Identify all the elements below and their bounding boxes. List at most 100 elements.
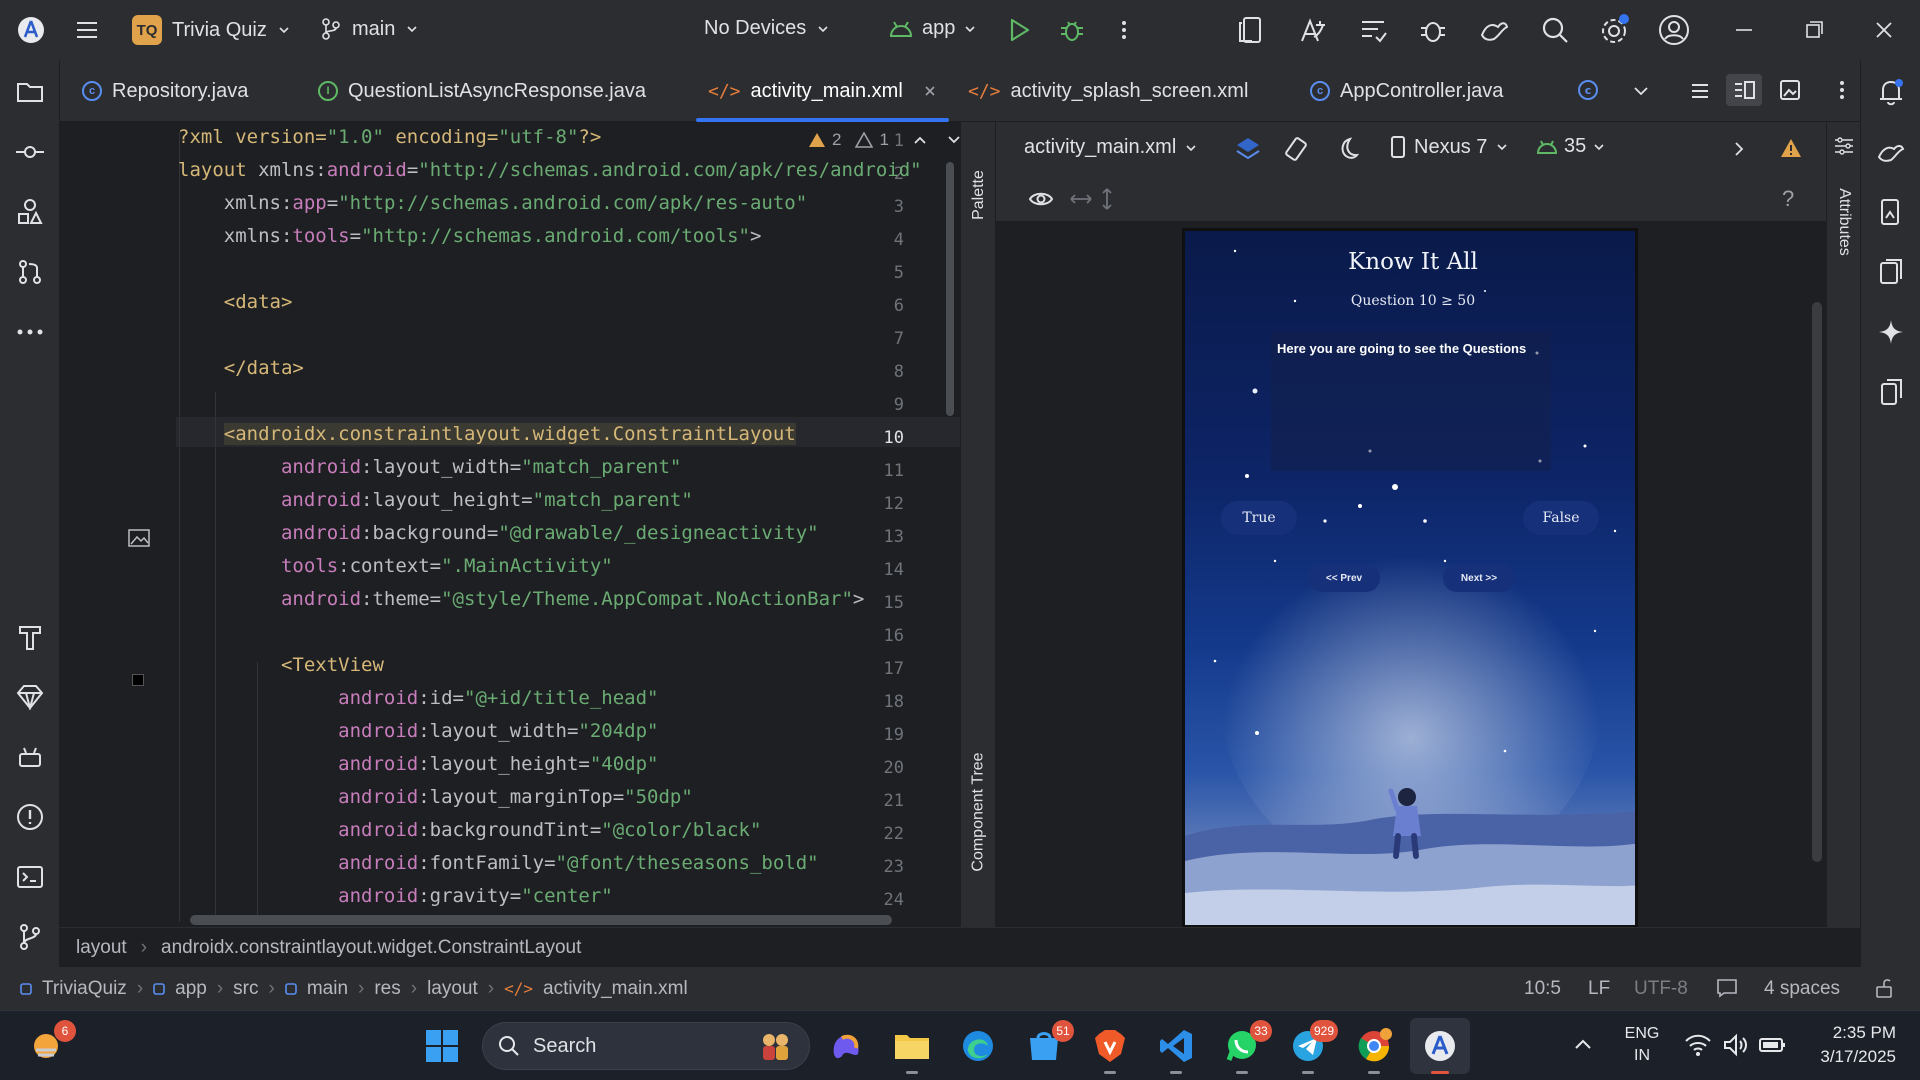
more-actions-icon[interactable] [1112,18,1136,42]
component-tree-toggle[interactable]: Component Tree [965,722,993,902]
logcat-icon[interactable] [1358,15,1388,45]
code-view-icon[interactable] [1688,80,1712,102]
gem-icon[interactable] [15,682,45,712]
tab-app-controller[interactable]: c AppController.java [1310,60,1503,122]
app-inspection-icon[interactable] [1418,15,1448,45]
warning-icon[interactable] [1780,138,1802,158]
path-item[interactable]: app [175,978,207,1000]
edge-icon[interactable] [958,1026,998,1066]
prev-button[interactable]: << Prev [1308,564,1380,592]
tab-list-chevron-icon[interactable] [1632,84,1650,98]
file-explorer-icon[interactable] [892,1026,932,1074]
chevron-up-icon[interactable] [1572,1035,1594,1053]
emulator-icon[interactable] [1876,377,1906,407]
running-devices-icon[interactable] [1876,257,1906,287]
device-manager-icon[interactable] [1238,15,1270,45]
more-tools-icon[interactable] [15,317,45,347]
branch-selector[interactable]: main [320,17,419,41]
language-indicator[interactable]: ENG IN [1616,1023,1668,1067]
device-preview[interactable]: Know It All Question 10 ≥ 50 Here you ar… [1182,228,1638,928]
translate-icon[interactable] [1298,15,1328,45]
path-item[interactable]: layout [427,978,478,1000]
taskbar-search[interactable]: Search [482,1022,810,1070]
terminal-icon[interactable] [15,862,45,892]
true-button[interactable]: True [1221,501,1297,535]
chevron-down-icon[interactable] [947,134,960,146]
tab-question-list-async-response[interactable]: I QuestionListAsyncResponse.java [318,60,646,122]
path-item[interactable]: main [307,978,348,1000]
start-button[interactable] [422,1026,462,1066]
problems-icon[interactable] [15,802,45,832]
color-swatch-icon[interactable] [132,674,144,686]
drawable-preview-icon[interactable] [128,529,150,547]
android-robot-icon[interactable] [15,742,45,772]
line-separator[interactable]: LF [1588,967,1610,1010]
inspection-widget[interactable]: 2 1 [808,130,960,150]
horizontal-resize-icon[interactable] [1068,188,1094,210]
project-selector[interactable]: TQ Trivia Quiz [132,15,291,45]
gemini-icon[interactable] [1478,15,1510,45]
weather-widget[interactable]: 6 [26,1020,76,1066]
vertical-scrollbar[interactable] [946,162,954,416]
device-selector-preview[interactable]: Nexus 7 [1390,135,1509,159]
resource-manager-icon[interactable] [15,197,45,227]
close-icon[interactable] [1872,18,1896,42]
cursor-position[interactable]: 10:5 [1524,967,1561,1010]
chrome-icon[interactable] [1354,1026,1394,1074]
path-item[interactable]: res [374,978,400,1000]
version-control-icon[interactable] [15,922,45,952]
wifi-icon[interactable] [1684,1033,1712,1057]
path-item[interactable]: activity_main.xml [543,978,688,1000]
settings-icon[interactable] [1598,14,1630,46]
file-encoding[interactable]: UTF-8 [1634,967,1688,1010]
chevron-right-icon[interactable] [1732,140,1746,158]
device-file-icon[interactable] [1876,197,1906,227]
code-editor[interactable]: 1 2 3 4 5 6 7 8 9 10 11 12 13 14 15 16 17 18 19 20 21 22 23 24 … [60,122,960,927]
night-mode-icon[interactable] [1332,135,1360,163]
horizontal-scrollbar[interactable] [190,915,892,925]
attributes-icon[interactable] [1833,136,1855,156]
palette-toggle[interactable]: Palette [965,140,993,250]
tab-repository[interactable]: c Repository.java [82,60,248,122]
search-icon[interactable] [1540,15,1570,45]
brave-icon[interactable] [1090,1026,1130,1074]
debug-icon[interactable] [1058,16,1086,44]
volume-icon[interactable] [1722,1033,1750,1057]
battery-icon[interactable] [1758,1033,1788,1057]
android-studio-taskbar-icon[interactable] [1420,1026,1460,1074]
preview-scrollbar[interactable] [1812,302,1822,862]
build-icon[interactable] [15,622,45,652]
close-tab-icon[interactable] [923,84,937,98]
help-icon[interactable]: ? [1782,186,1794,212]
commit-icon[interactable] [15,137,45,167]
indent-setting[interactable]: 4 spaces [1764,967,1840,1010]
design-surface-icon[interactable] [1234,135,1262,163]
tab-activity-splash-screen[interactable]: </> activity_splash_screen.xml [968,60,1248,122]
sparkle-icon[interactable] [1876,317,1906,347]
eye-icon[interactable] [1028,188,1054,210]
next-button[interactable]: Next >> [1443,564,1515,592]
copilot-icon[interactable] [826,1026,866,1066]
readonly-toggle-icon[interactable] [1716,978,1738,998]
split-view-icon[interactable] [1726,74,1762,106]
vertical-resize-icon[interactable] [1096,186,1118,212]
chevron-up-icon[interactable] [913,134,927,146]
attributes-toggle[interactable]: Attributes [1830,162,1858,282]
breadcrumb-item[interactable]: layout [76,937,127,959]
breadcrumb-item[interactable]: androidx.constraintlayout.widget.Constra… [161,937,581,959]
run-config-selector[interactable]: app [888,17,977,40]
pull-requests-icon[interactable] [15,257,45,287]
api-level-selector[interactable]: 35 [1536,135,1606,158]
path-item[interactable]: TriviaQuiz [42,978,127,1000]
layout-file-selector[interactable]: activity_main.xml [1024,136,1198,159]
restore-icon[interactable] [1802,18,1826,42]
android-studio-logo-icon[interactable] [16,15,46,45]
notifications-icon[interactable] [1876,77,1906,107]
telegram-icon[interactable]: 929 [1288,1020,1338,1074]
class-icon[interactable]: c [1578,80,1598,100]
project-folder-icon[interactable] [15,77,45,107]
false-button[interactable]: False [1523,501,1599,535]
vscode-icon[interactable] [1156,1026,1196,1074]
design-view-icon[interactable] [1778,78,1802,102]
run-icon[interactable] [1006,16,1032,44]
